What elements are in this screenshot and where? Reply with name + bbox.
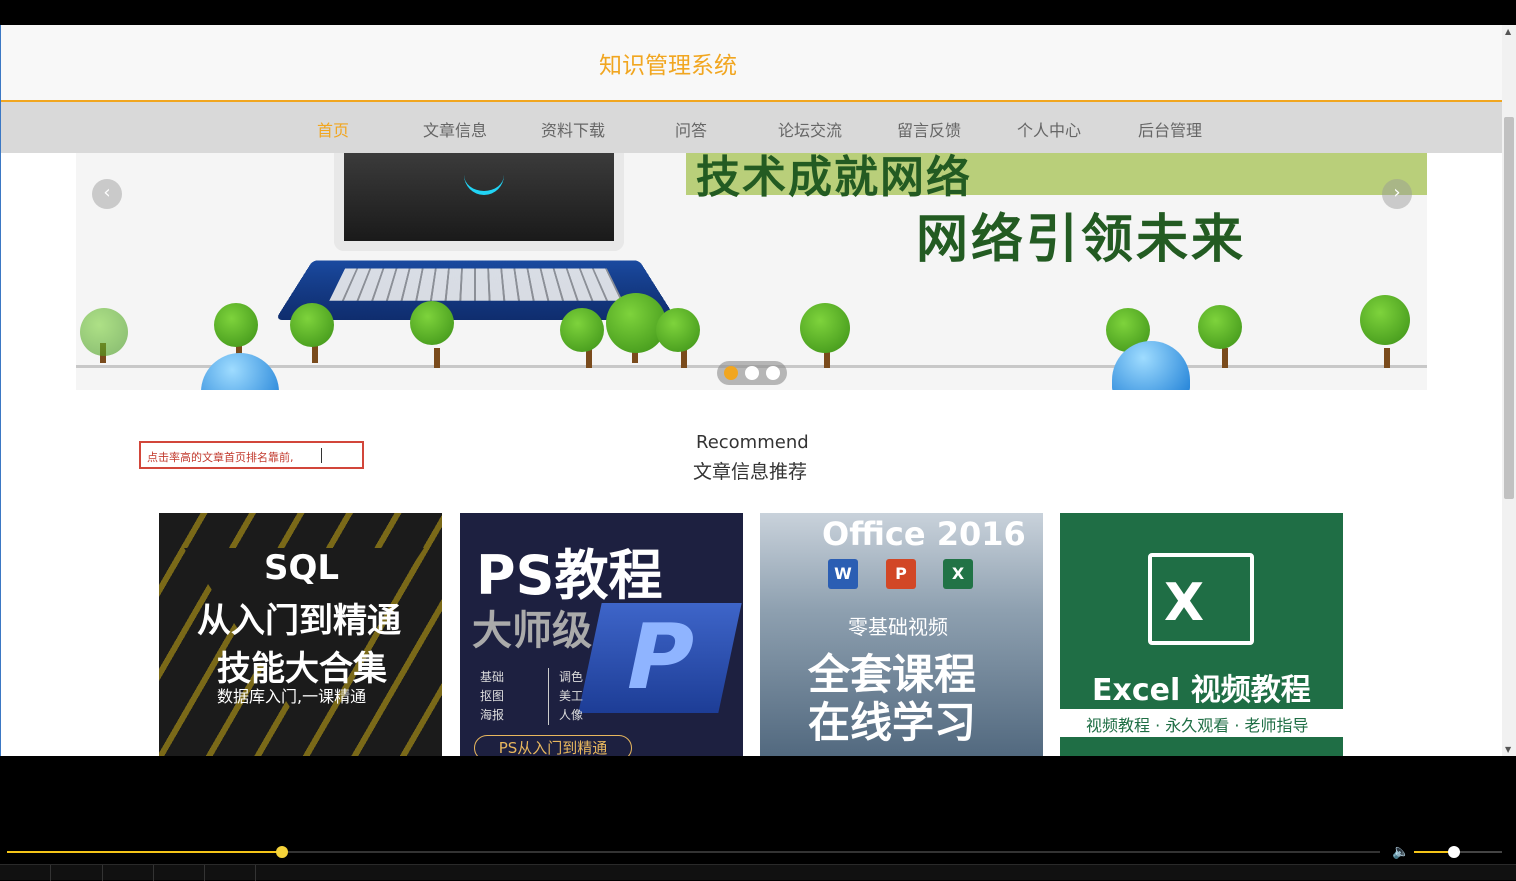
nav-item-qa[interactable]: 问答 — [675, 117, 707, 141]
excel-icon: X — [943, 559, 973, 589]
card-feature-list: 基础 抠图 海报 — [480, 668, 504, 725]
tree-illustration — [560, 308, 604, 352]
powerpoint-icon: P — [886, 559, 916, 589]
site-header: 知识管理系统 — [1, 25, 1503, 102]
ps-logo-icon: P — [578, 603, 741, 713]
progress-fill — [7, 851, 282, 853]
article-card-sql[interactable]: SQL 从入门到精通 技能大合集 数据库入门,一课精通 — [159, 513, 442, 756]
card-title: Excel 视频教程 — [1092, 665, 1311, 709]
card-subtitle: 零基础视频 — [848, 611, 948, 640]
vertical-scrollbar[interactable]: ▲ ▼ — [1502, 25, 1516, 756]
scroll-thumb[interactable] — [1504, 117, 1514, 499]
tree-illustration — [800, 303, 850, 353]
tree-illustration — [1360, 295, 1410, 345]
main-nav: 首页 文章信息 资料下载 问答 论坛交流 留言反馈 个人中心 后台管理 — [1, 102, 1503, 153]
carousel-dot[interactable] — [724, 366, 738, 380]
banner-carousel[interactable]: 技术成就网络 网络引领未来 ‹ › — [76, 153, 1427, 390]
carousel-prev-button[interactable]: ‹ — [92, 179, 122, 209]
list-item: 海报 — [480, 706, 504, 725]
tree-illustration — [410, 301, 454, 345]
section-title-en: Recommend — [696, 432, 809, 453]
progress-bar[interactable] — [7, 851, 1380, 853]
tree-illustration — [290, 303, 334, 347]
scroll-down-icon[interactable]: ▼ — [1505, 745, 1511, 754]
carousel-next-button[interactable]: › — [1382, 179, 1412, 209]
chevron-left-icon: ‹ — [103, 182, 110, 203]
card-title: 从入门到精通 — [197, 593, 401, 642]
section-title-zh: 文章信息推荐 — [693, 457, 807, 484]
browser-viewport: 知识管理系统 首页 文章信息 资料下载 问答 论坛交流 留言反馈 个人中心 后台… — [0, 25, 1516, 756]
list-item: 调色 — [559, 668, 583, 687]
article-card-excel[interactable]: X Excel 视频教程 视频教程 · 永久观看 · 老师指导 — [1060, 513, 1343, 756]
nav-item-forum[interactable]: 论坛交流 — [778, 117, 842, 141]
word-icon: W — [828, 559, 858, 589]
video-player-controls: 🔈 — [0, 756, 1516, 880]
list-item: 抠图 — [480, 687, 504, 706]
list-item: 美工 — [559, 687, 583, 706]
carousel-dots — [717, 361, 787, 385]
annotation-textbox[interactable]: 点击率高的文章首页排名靠前, — [139, 441, 364, 469]
carousel-dot[interactable] — [766, 366, 780, 380]
text-cursor — [321, 448, 322, 463]
nav-item-downloads[interactable]: 资料下载 — [541, 117, 605, 141]
card-band: 视频教程 · 永久观看 · 老师指导 — [1060, 709, 1343, 737]
progress-knob[interactable] — [276, 846, 288, 858]
card-subtitle: 视频教程 · 永久观看 · 老师指导 — [1086, 712, 1309, 736]
annotation-text: 点击率高的文章首页排名靠前, — [147, 449, 294, 465]
speaker-icon[interactable]: 🔈 — [1392, 844, 1409, 860]
web-page: 知识管理系统 首页 文章信息 资料下载 问答 论坛交流 留言反馈 个人中心 后台… — [0, 25, 1502, 756]
list-item: 人像 — [559, 706, 583, 725]
nav-item-profile[interactable]: 个人中心 — [1017, 117, 1081, 141]
nav-item-articles[interactable]: 文章信息 — [423, 117, 487, 141]
card-title: 在线学习 — [808, 689, 976, 750]
tree-illustration — [80, 308, 128, 356]
card-subtitle: 大师级 — [472, 598, 592, 656]
article-card-office[interactable]: Office 2016 W P X 零基础视频 全套课程 在线学习 — [760, 513, 1043, 756]
card-feature-list: 调色 美工 人像 — [548, 668, 583, 725]
card-title: SQL — [264, 548, 339, 588]
excel-logo-icon: X — [1148, 553, 1254, 645]
card-subtitle: 数据库入门,一课精通 — [217, 683, 366, 707]
scroll-up-icon[interactable]: ▲ — [1505, 27, 1511, 36]
robot-illustration — [201, 353, 279, 390]
carousel-dot[interactable] — [745, 366, 759, 380]
nav-item-admin[interactable]: 后台管理 — [1138, 117, 1202, 141]
volume-knob[interactable] — [1448, 846, 1460, 858]
tree-illustration — [214, 303, 258, 347]
card-title: Office 2016 — [822, 515, 1026, 553]
card-badge: PS从入门到精通 — [474, 735, 632, 756]
player-bottom-bar — [0, 864, 1516, 880]
list-item: 基础 — [480, 668, 504, 687]
banner-subline: 网络引领未来 — [916, 197, 1246, 272]
laptop-screen — [334, 153, 624, 251]
site-title: 知识管理系统 — [599, 46, 737, 80]
tree-illustration — [1198, 305, 1242, 349]
volume-slider[interactable] — [1414, 851, 1502, 853]
nav-item-home[interactable]: 首页 — [317, 117, 349, 141]
nav-item-feedback[interactable]: 留言反馈 — [897, 117, 961, 141]
chevron-right-icon: › — [1393, 182, 1400, 203]
tree-illustration — [656, 308, 700, 352]
article-card-ps[interactable]: PS教程 大师级 P 基础 抠图 海报 调色 美工 人像 PS从入门到精通 — [460, 513, 743, 756]
top-black-bar — [0, 0, 1516, 25]
